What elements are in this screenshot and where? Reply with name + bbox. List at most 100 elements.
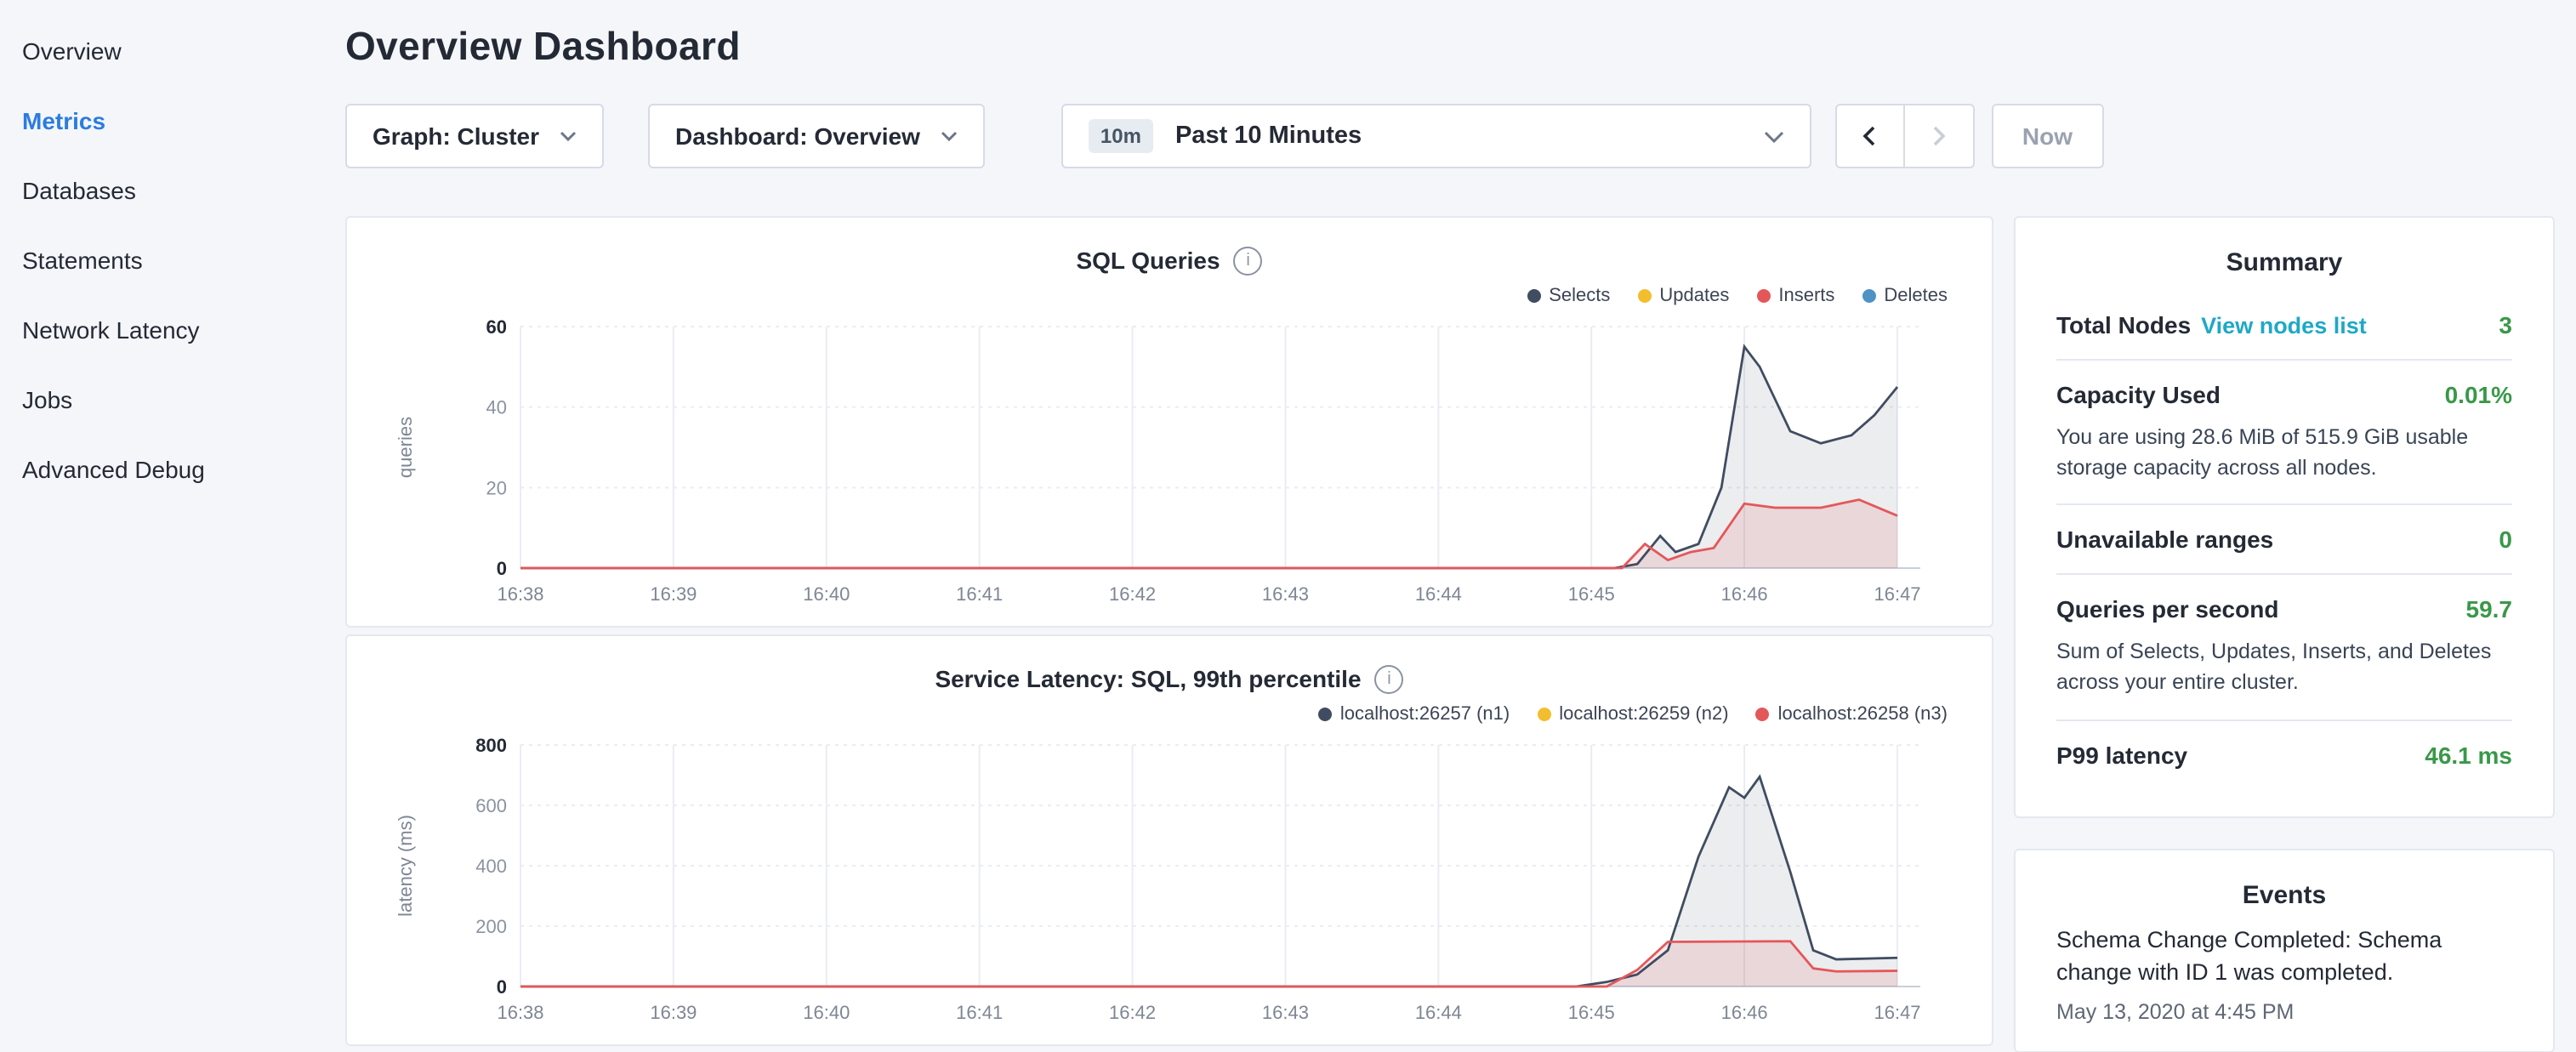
legend-label: Deletes — [1884, 286, 1948, 306]
toolbar: Graph: Cluster Dashboard: Overview 10m P… — [345, 104, 2555, 168]
legend-item[interactable]: Updates — [1637, 282, 1729, 310]
svg-text:400: 400 — [475, 856, 507, 877]
svg-text:16:43: 16:43 — [1262, 583, 1309, 605]
chart-card-service-latency: Service Latency: SQL, 99th percentile i … — [345, 634, 1993, 1046]
dashboard-selector-label: Dashboard: Overview — [675, 122, 920, 150]
chart-legend: localhost:26257 (n1) localhost:26259 (n2)… — [388, 701, 1948, 728]
legend-label: localhost:26257 (n1) — [1340, 704, 1510, 725]
svg-text:16:47: 16:47 — [1874, 1002, 1920, 1023]
svg-text:40: 40 — [486, 397, 507, 418]
info-icon[interactable]: i — [1234, 246, 1263, 275]
summary-title: Summary — [2056, 248, 2512, 277]
chart-title: SQL Queries — [1076, 247, 1220, 274]
sidebar-item-network-latency[interactable]: Network Latency — [22, 296, 345, 366]
legend-dot-icon — [1537, 708, 1550, 721]
svg-text:queries: queries — [395, 417, 416, 478]
events-panel: Events Schema Change Completed: Schema c… — [2014, 848, 2555, 1052]
summary-label: P99 latency — [2056, 741, 2187, 768]
svg-text:16:46: 16:46 — [1721, 1002, 1768, 1023]
svg-text:20: 20 — [486, 477, 507, 498]
sidebar-item-metrics[interactable]: Metrics — [22, 87, 345, 156]
charts-column: SQL Queries i Selects Updates Inserts Delet… — [345, 216, 1993, 1046]
time-forward-button[interactable] — [1905, 104, 1975, 168]
svg-text:16:41: 16:41 — [956, 1002, 1003, 1023]
svg-text:0: 0 — [497, 976, 507, 998]
sidebar-item-statements[interactable]: Statements — [22, 226, 345, 296]
summary-value: 46.1 ms — [2425, 741, 2512, 768]
legend-item[interactable]: localhost:26257 (n1) — [1318, 701, 1510, 728]
chevron-right-icon — [1932, 126, 1946, 146]
summary-label-text: Total Nodes — [2056, 311, 2191, 338]
summary-value: 0 — [2499, 526, 2512, 554]
svg-text:16:38: 16:38 — [497, 1002, 543, 1023]
legend-item[interactable]: Deletes — [1862, 282, 1948, 310]
summary-unavailable-ranges: Unavailable ranges 0 — [2056, 506, 2512, 576]
chart-card-sql-queries: SQL Queries i Selects Updates Inserts Delet… — [345, 216, 1993, 628]
svg-text:60: 60 — [486, 316, 507, 338]
legend-item[interactable]: localhost:26258 (n3) — [1756, 701, 1948, 728]
legend-dot-icon — [1756, 708, 1770, 721]
summary-value: 59.7 — [2466, 596, 2513, 623]
sidebar-item-advanced-debug[interactable]: Advanced Debug — [22, 435, 345, 505]
legend-dot-icon — [1527, 289, 1540, 303]
time-back-button[interactable] — [1835, 104, 1905, 168]
chevron-down-icon — [941, 131, 958, 141]
svg-text:16:44: 16:44 — [1415, 583, 1462, 605]
graph-selector-dropdown[interactable]: Graph: Cluster — [345, 104, 604, 168]
legend-dot-icon — [1637, 289, 1651, 303]
svg-text:16:38: 16:38 — [497, 583, 543, 605]
summary-value: 3 — [2499, 311, 2512, 338]
summary-description: You are using 28.6 MiB of 515.9 GiB usab… — [2056, 422, 2512, 484]
chevron-down-icon — [1764, 130, 1784, 142]
legend-label: Inserts — [1778, 286, 1834, 306]
svg-text:16:45: 16:45 — [1568, 583, 1615, 605]
svg-text:16:40: 16:40 — [803, 583, 850, 605]
legend-dot-icon — [1318, 708, 1332, 721]
sidebar: Overview Metrics Databases Statements Ne… — [22, 0, 345, 1051]
event-text: Schema Change Completed: Schema change w… — [2056, 923, 2512, 989]
sql-queries-chart: 16:3816:3916:4016:4116:4216:4316:4416:45… — [388, 313, 1951, 616]
page-title: Overview Dashboard — [345, 24, 2555, 70]
legend-label: localhost:26259 (n2) — [1559, 704, 1728, 725]
sidebar-item-jobs[interactable]: Jobs — [22, 366, 345, 435]
event-item[interactable]: Schema Change Completed: Schema change w… — [2056, 923, 2512, 1023]
summary-panel: Summary Total Nodes View nodes list 3 Cap… — [2014, 216, 2555, 817]
graph-selector-label: Graph: Cluster — [372, 122, 539, 150]
metrics-page: Overview Metrics Databases Statements Ne… — [0, 0, 2576, 1051]
svg-text:16:41: 16:41 — [956, 583, 1003, 605]
sidebar-item-databases[interactable]: Databases — [22, 156, 345, 226]
events-title: Events — [2056, 880, 2512, 909]
legend-dot-icon — [1862, 289, 1875, 303]
svg-text:16:39: 16:39 — [650, 1002, 697, 1023]
legend-item[interactable]: Selects — [1527, 282, 1610, 310]
view-nodes-list-link[interactable]: View nodes list — [2201, 313, 2367, 338]
sidebar-item-overview[interactable]: Overview — [22, 17, 345, 87]
svg-text:600: 600 — [475, 795, 507, 816]
time-window-badge: 10m — [1089, 119, 1153, 153]
summary-description: Sum of Selects, Updates, Inserts, and De… — [2056, 637, 2512, 699]
dashboard-selector-dropdown[interactable]: Dashboard: Overview — [648, 104, 985, 168]
event-timestamp: May 13, 2020 at 4:45 PM — [2056, 999, 2512, 1023]
summary-label: Capacity Used — [2056, 381, 2221, 408]
svg-text:16:46: 16:46 — [1721, 583, 1768, 605]
time-step-buttons — [1835, 104, 1975, 168]
svg-text:800: 800 — [475, 735, 507, 756]
legend-label: Updates — [1659, 286, 1729, 306]
summary-label: Total Nodes View nodes list — [2056, 311, 2367, 338]
svg-text:16:42: 16:42 — [1109, 583, 1156, 605]
chevron-down-icon — [560, 131, 577, 141]
svg-text:0: 0 — [497, 558, 507, 579]
info-icon[interactable]: i — [1375, 664, 1404, 693]
right-column: Summary Total Nodes View nodes list 3 Cap… — [2014, 216, 2555, 1052]
service-latency-chart: 16:3816:3916:4016:4116:4216:4316:4416:45… — [388, 731, 1951, 1034]
summary-total-nodes: Total Nodes View nodes list 3 — [2056, 291, 2512, 361]
summary-label: Unavailable ranges — [2056, 526, 2273, 554]
legend-item[interactable]: Inserts — [1756, 282, 1834, 310]
legend-item[interactable]: localhost:26259 (n2) — [1537, 701, 1728, 728]
legend-dot-icon — [1756, 289, 1770, 303]
time-range-dropdown[interactable]: 10m Past 10 Minutes — [1061, 104, 1811, 168]
now-button[interactable]: Now — [1992, 104, 2103, 168]
summary-queries-per-second: Queries per second 59.7 Sum of Selects, … — [2056, 576, 2512, 721]
summary-capacity-used: Capacity Used 0.01% You are using 28.6 M… — [2056, 361, 2512, 506]
legend-label: Selects — [1549, 286, 1610, 306]
